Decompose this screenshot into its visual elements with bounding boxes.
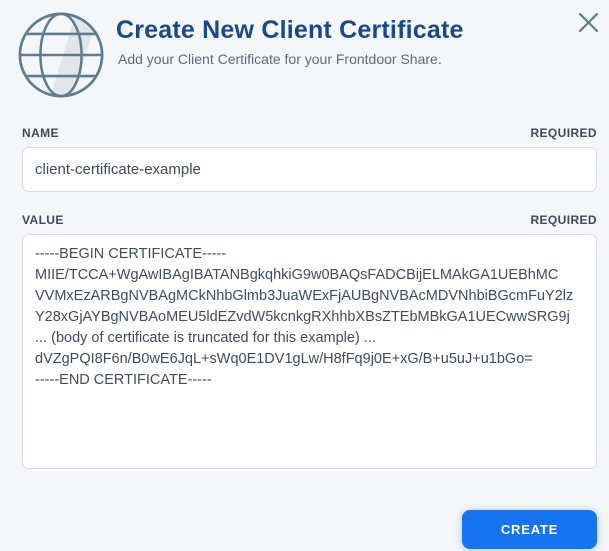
value-textarea[interactable]: -----BEGIN CERTIFICATE----- MIIE/TCCA+Wg… — [22, 234, 597, 469]
globe-icon — [12, 8, 110, 107]
value-field: VALUE REQUIRED -----BEGIN CERTIFICATE---… — [0, 213, 609, 469]
name-label-row: NAME REQUIRED — [22, 126, 597, 140]
modal-header: Create New Client Certificate Add your C… — [0, 0, 609, 107]
name-input[interactable] — [22, 147, 597, 192]
value-label-row: VALUE REQUIRED — [22, 213, 597, 227]
modal-subtitle: Add your Client Certificate for your Fro… — [118, 51, 442, 67]
name-label: NAME — [22, 126, 59, 140]
close-button[interactable] — [574, 8, 603, 37]
name-required-badge: REQUIRED — [530, 126, 597, 140]
create-client-certificate-modal: Create New Client Certificate Add your C… — [0, 0, 609, 551]
modal-title: Create New Client Certificate — [116, 16, 464, 44]
name-field: NAME REQUIRED — [0, 126, 609, 192]
header-text: Create New Client Certificate Add your C… — [116, 6, 464, 67]
modal-footer: CREATE — [0, 469, 609, 549]
close-icon — [578, 12, 599, 33]
value-label: VALUE — [22, 213, 64, 227]
create-button[interactable]: CREATE — [462, 510, 597, 549]
value-required-badge: REQUIRED — [530, 213, 597, 227]
